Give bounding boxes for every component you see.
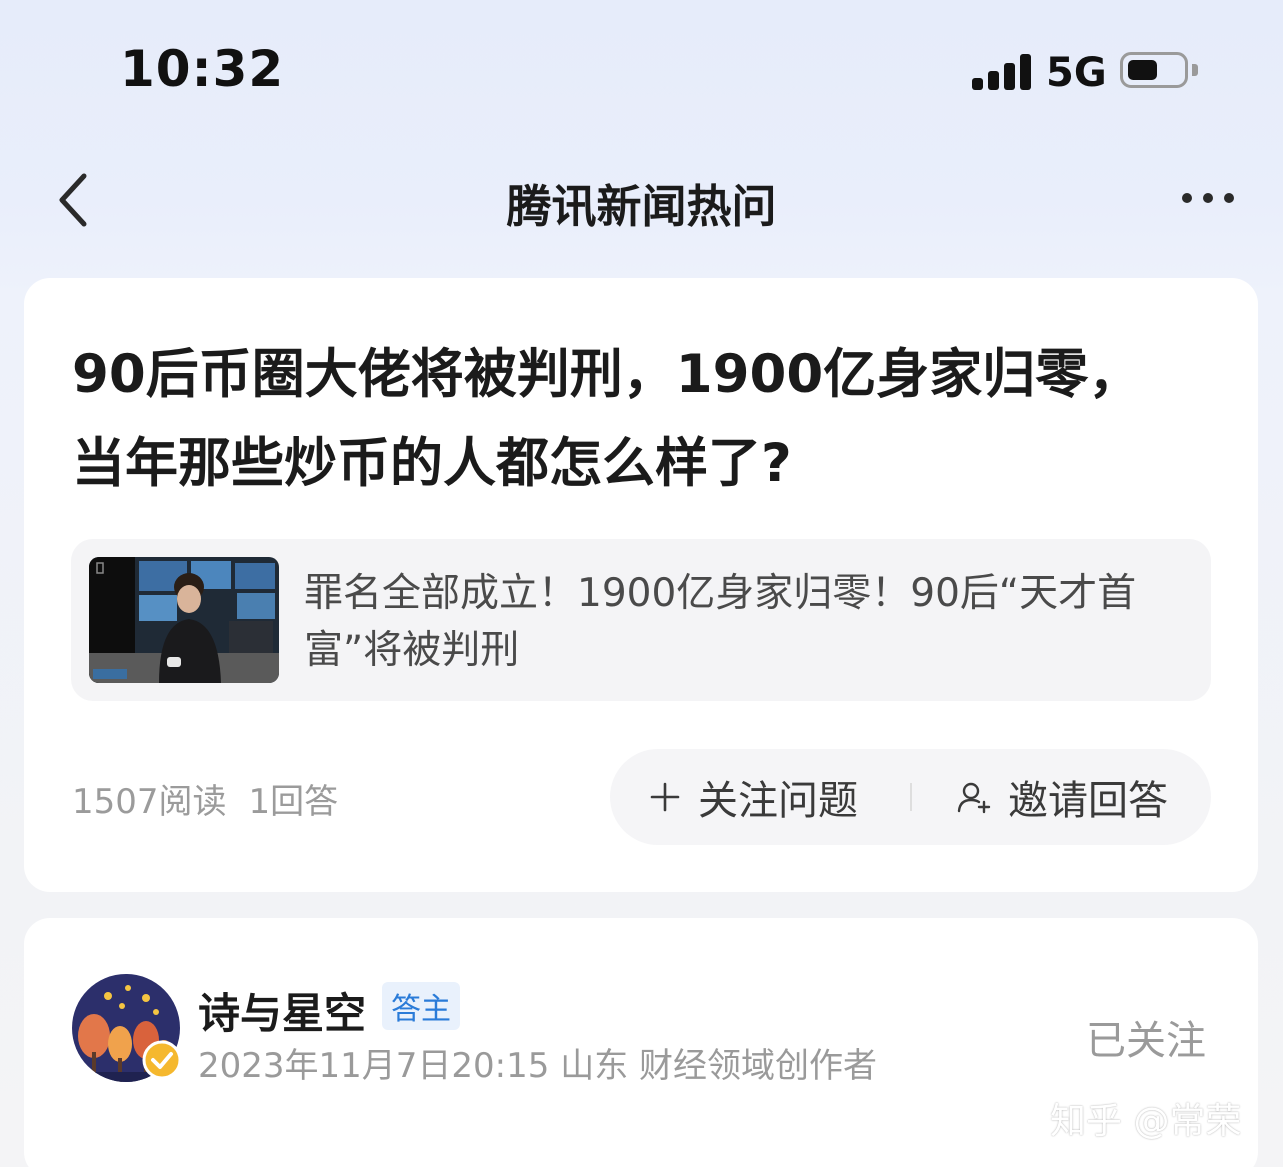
watermark: 知乎 @常荣 (1050, 1101, 1242, 1142)
more-options-button[interactable] (1176, 186, 1240, 210)
related-news-card[interactable]: 罪名全部成立！1900亿身家归零！90后“天才首富”将被判刑 (71, 539, 1211, 701)
news-headline: 罪名全部成立！1900亿身家归零！90后“天才首富”将被判刑 (304, 571, 1137, 673)
avatar[interactable] (72, 974, 182, 1082)
following-button[interactable]: 已关注 (1086, 1008, 1206, 1066)
author-name[interactable]: 诗与星空 (198, 980, 366, 1041)
status-bar: 10:32 5G (0, 0, 1283, 140)
question-title[interactable]: 90后币圈大佬将被判刑，1900亿身家归零，当年那些炒币的人都怎么样了? (72, 330, 1152, 508)
read-count: 1507阅读 (72, 782, 227, 822)
question-stats: 1507阅读 1回答 (72, 774, 338, 823)
actions-divider (910, 783, 912, 811)
answer-count: 1回答 (248, 782, 339, 822)
news-thumbnail (89, 557, 279, 683)
status-time: 10:32 (120, 40, 285, 98)
plus-icon (650, 782, 680, 812)
author-badge: 答主 (382, 982, 460, 1030)
battery-cap (1192, 64, 1198, 76)
cellular-signal-icon (972, 54, 1032, 90)
verified-badge-icon (142, 1040, 182, 1080)
page-title: 腾讯新闻热问 (506, 180, 777, 233)
battery-icon (1120, 52, 1188, 88)
answer-meta: 2023年11月7日20:15 山东 财经领域创作者 (198, 1046, 878, 1086)
more-dot-icon (1224, 193, 1234, 203)
battery-fill (1128, 60, 1157, 80)
question-card: 90后币圈大佬将被判刑，1900亿身家归零，当年那些炒币的人都怎么样了? 罪名全… (24, 278, 1258, 892)
more-dot-icon (1203, 193, 1213, 203)
invite-answer-label: 邀请回答 (1008, 778, 1168, 824)
more-dot-icon (1182, 193, 1192, 203)
network-type: 5G (1046, 50, 1107, 96)
question-actions: 关注问题 邀请回答 (610, 749, 1211, 845)
nav-bar: 腾讯新闻热问 (0, 150, 1283, 250)
follow-question-label: 关注问题 (698, 778, 858, 824)
invite-user-icon (957, 782, 991, 814)
invite-answer-button[interactable]: 邀请回答 (956, 749, 1168, 845)
follow-question-button[interactable]: 关注问题 (648, 749, 858, 845)
